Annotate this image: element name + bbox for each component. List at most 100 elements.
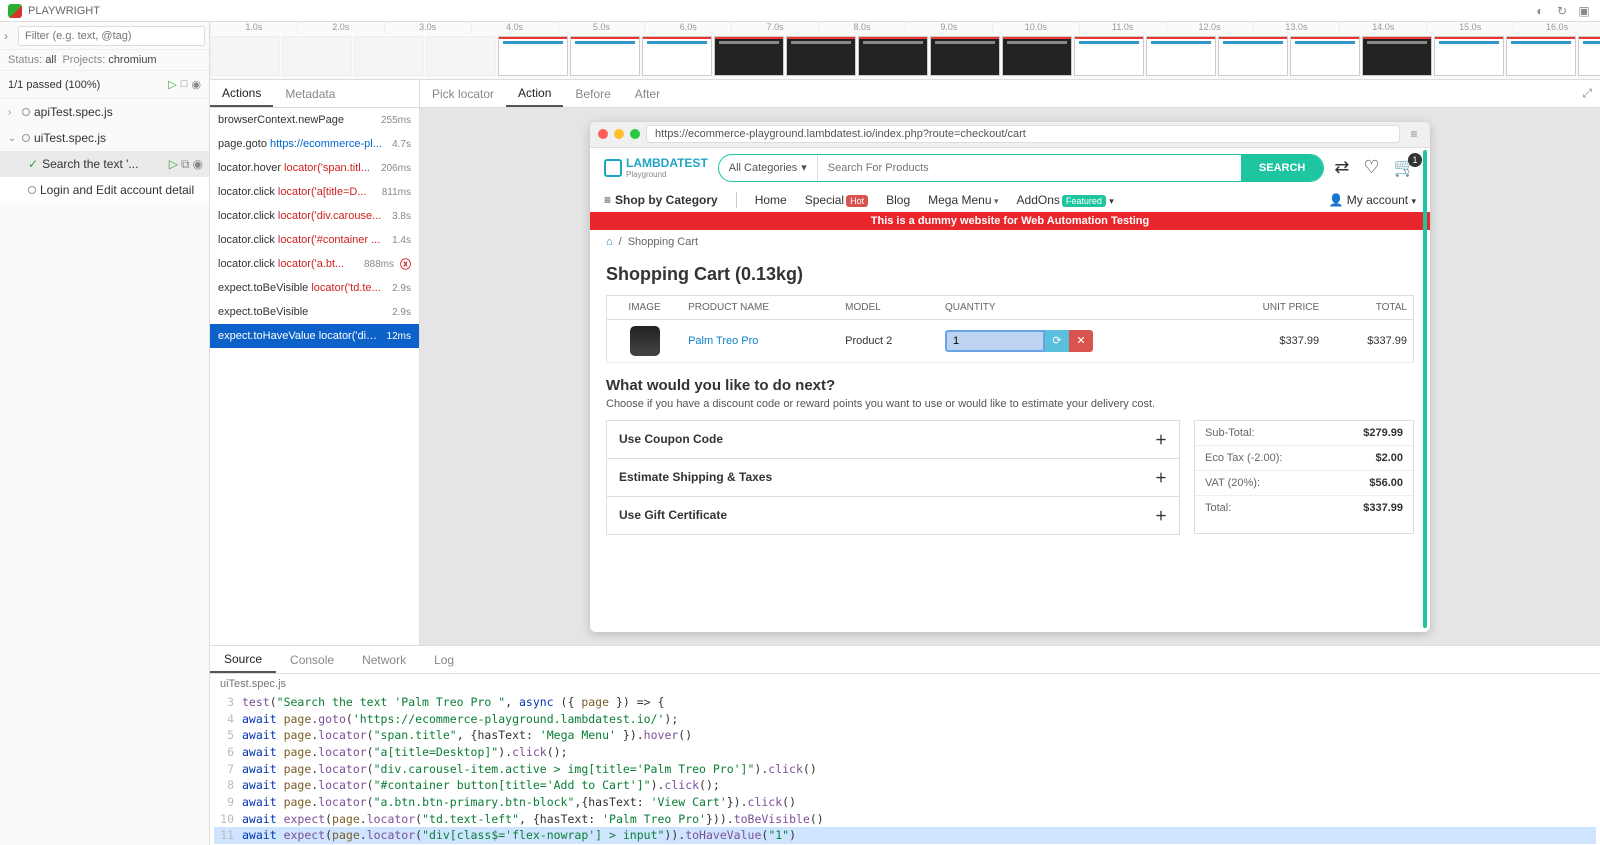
col-qty: QUANTITY: [939, 295, 1209, 319]
filter-input[interactable]: [18, 26, 205, 46]
action-item[interactable]: locator.click locator('div.carouse...3.8…: [210, 204, 419, 228]
scrollbar[interactable]: [1423, 150, 1427, 628]
notice-banner: This is a dummy website for Web Automati…: [590, 212, 1430, 230]
run-icon[interactable]: ▷: [168, 78, 176, 91]
file-row[interactable]: › apiTest.spec.js: [0, 99, 209, 125]
reload-icon[interactable]: ↻: [1554, 3, 1570, 19]
tab-actions[interactable]: Actions: [210, 80, 273, 107]
url-bar[interactable]: https://ecommerce-playground.lambdatest.…: [646, 125, 1400, 143]
watch-icon[interactable]: ◉: [191, 78, 201, 91]
test-row[interactable]: Login and Edit account detail: [0, 177, 209, 203]
test-tree: › apiTest.spec.js ⌄ uiTest.spec.js ✓ Sea…: [0, 99, 209, 845]
nav-account[interactable]: 👤 My account ▾: [1328, 193, 1416, 207]
category-dropdown[interactable]: All Categories ▾: [719, 155, 818, 181]
totals-table: Sub-Total:$279.99Eco Tax (-2.00):$2.00VA…: [1194, 420, 1414, 534]
snapshot-window: https://ecommerce-playground.lambdatest.…: [590, 122, 1430, 632]
test-name: Login and Edit account detail: [40, 183, 194, 197]
status-dot-icon: [22, 134, 30, 142]
nav-home[interactable]: Home: [755, 193, 787, 207]
action-item[interactable]: page.goto https://ecommerce-pl...4.7s: [210, 132, 419, 156]
tab-console[interactable]: Console: [276, 646, 348, 673]
nav-mega-menu[interactable]: Mega Menu: [928, 193, 998, 207]
status-dot-icon: [22, 108, 30, 116]
action-item[interactable]: expect.toBeVisible locator('td.te...2.9s: [210, 276, 419, 300]
acc-gift[interactable]: Use Gift Certificate＋: [606, 496, 1180, 535]
action-item[interactable]: browserContext.newPage255ms: [210, 108, 419, 132]
nav-shop-by-category[interactable]: ≡ Shop by Category: [604, 193, 718, 207]
pass-summary-row: 1/1 passed (100%) ▷ □ ◉: [0, 71, 209, 99]
theme-toggle-icon[interactable]: ◐: [1532, 3, 1548, 19]
quantity-input[interactable]: [945, 330, 1045, 352]
next-heading: What would you like to do next?: [606, 377, 1414, 394]
brand-logo[interactable]: LAMBDATESTPlayground: [604, 156, 708, 179]
home-icon[interactable]: ⌂: [606, 236, 613, 248]
pass-summary: 1/1 passed (100%): [8, 79, 100, 91]
menu-icon[interactable]: ≡: [1406, 127, 1422, 141]
action-item[interactable]: expect.toBeVisible2.9s: [210, 300, 419, 324]
plus-icon: ＋: [1155, 469, 1167, 486]
tab-metadata[interactable]: Metadata: [273, 80, 347, 107]
menu-bars-icon: ≡: [604, 193, 611, 207]
row-total: $337.99: [1325, 319, 1413, 362]
source-panel: Source Console Network Log uiTest.spec.j…: [210, 645, 1600, 845]
action-item[interactable]: locator.click locator('a.bt...888msⓧ: [210, 252, 419, 276]
timeline[interactable]: 1.0s2.0s3.0s4.0s5.0s6.0s7.0s8.0s9.0s10.0…: [210, 22, 1600, 80]
trace-icon[interactable]: ⧉: [181, 157, 190, 172]
nav-special[interactable]: SpecialHot: [805, 193, 868, 207]
pick-locator-button[interactable]: Pick locator: [420, 80, 506, 107]
acc-coupon[interactable]: Use Coupon Code＋: [606, 420, 1180, 459]
action-item[interactable]: locator.hover locator('span.titl...206ms: [210, 156, 419, 180]
plus-icon: ＋: [1155, 507, 1167, 524]
product-image[interactable]: [630, 326, 660, 356]
refresh-button[interactable]: ⟳: [1045, 330, 1069, 352]
action-item[interactable]: locator.click locator('#container ...1.4…: [210, 228, 419, 252]
cart-title: Shopping Cart (0.13kg): [606, 264, 1414, 285]
cart-icon[interactable]: 🛒1: [1394, 157, 1416, 178]
wishlist-icon[interactable]: ♡: [1363, 157, 1379, 178]
brand-subtitle: Playground: [626, 170, 708, 179]
col-image: IMAGE: [607, 295, 683, 319]
chevron-down-icon: ▾: [801, 161, 807, 174]
file-name: apiTest.spec.js: [34, 105, 113, 119]
run-test-icon[interactable]: ▷: [169, 157, 178, 172]
source-code[interactable]: 3test("Search the text 'Palm Treo Pro ",…: [210, 694, 1600, 845]
app-title: PLAYWRIGHT: [28, 5, 100, 17]
breadcrumb-current: Shopping Cart: [628, 236, 698, 248]
compare-icon[interactable]: ⇄: [1334, 157, 1349, 178]
caret-down-icon: ⌄: [8, 133, 18, 144]
snapshot-panel: Pick locator Action Before After ⤢ ht: [420, 80, 1600, 645]
product-model: Product 2: [839, 319, 939, 362]
nav-blog[interactable]: Blog: [886, 193, 910, 207]
app-toolbar: PLAYWRIGHT ◐ ↻ ▣: [0, 0, 1600, 22]
brand-icon: [604, 159, 622, 177]
cart-badge: 1: [1408, 153, 1422, 167]
acc-shipping[interactable]: Estimate Shipping & Taxes＋: [606, 458, 1180, 497]
test-sidebar: › Status: all Projects: chromium 1/1 pas…: [0, 22, 210, 845]
tab-action[interactable]: Action: [506, 80, 563, 107]
tab-after[interactable]: After: [623, 80, 672, 107]
breadcrumb: ⌂ / Shopping Cart: [590, 230, 1430, 254]
filter-chevron-icon[interactable]: ›: [4, 29, 18, 43]
file-name: uiTest.spec.js: [34, 131, 106, 145]
search-button[interactable]: SEARCH: [1241, 155, 1323, 181]
watch-test-icon[interactable]: ◉: [193, 157, 203, 172]
stop-icon[interactable]: □: [181, 78, 188, 91]
tab-log[interactable]: Log: [420, 646, 468, 673]
action-item[interactable]: expect.toHaveValue locator('div...12ms: [210, 324, 419, 348]
tab-network[interactable]: Network: [348, 646, 420, 673]
search-input[interactable]: [818, 155, 1241, 181]
action-item[interactable]: locator.click locator('a[title=D...811ms: [210, 180, 419, 204]
file-row[interactable]: ⌄ uiTest.spec.js: [0, 125, 209, 151]
test-row[interactable]: ✓ Search the text '... ▷ ⧉ ◉: [0, 151, 209, 177]
open-external-icon[interactable]: ⤢: [1574, 86, 1600, 101]
tab-source[interactable]: Source: [210, 646, 276, 673]
product-link[interactable]: Palm Treo Pro: [688, 335, 758, 347]
plus-icon: ＋: [1155, 431, 1167, 448]
remove-button[interactable]: ✕: [1069, 330, 1093, 352]
nav-addons[interactable]: AddOnsFeatured ▾: [1017, 193, 1114, 207]
traffic-min-icon: [614, 129, 624, 139]
tab-before[interactable]: Before: [563, 80, 622, 107]
check-icon: ✓: [28, 157, 38, 171]
action-list: browserContext.newPage255mspage.goto htt…: [210, 108, 419, 645]
settings-icon[interactable]: ▣: [1576, 3, 1592, 19]
